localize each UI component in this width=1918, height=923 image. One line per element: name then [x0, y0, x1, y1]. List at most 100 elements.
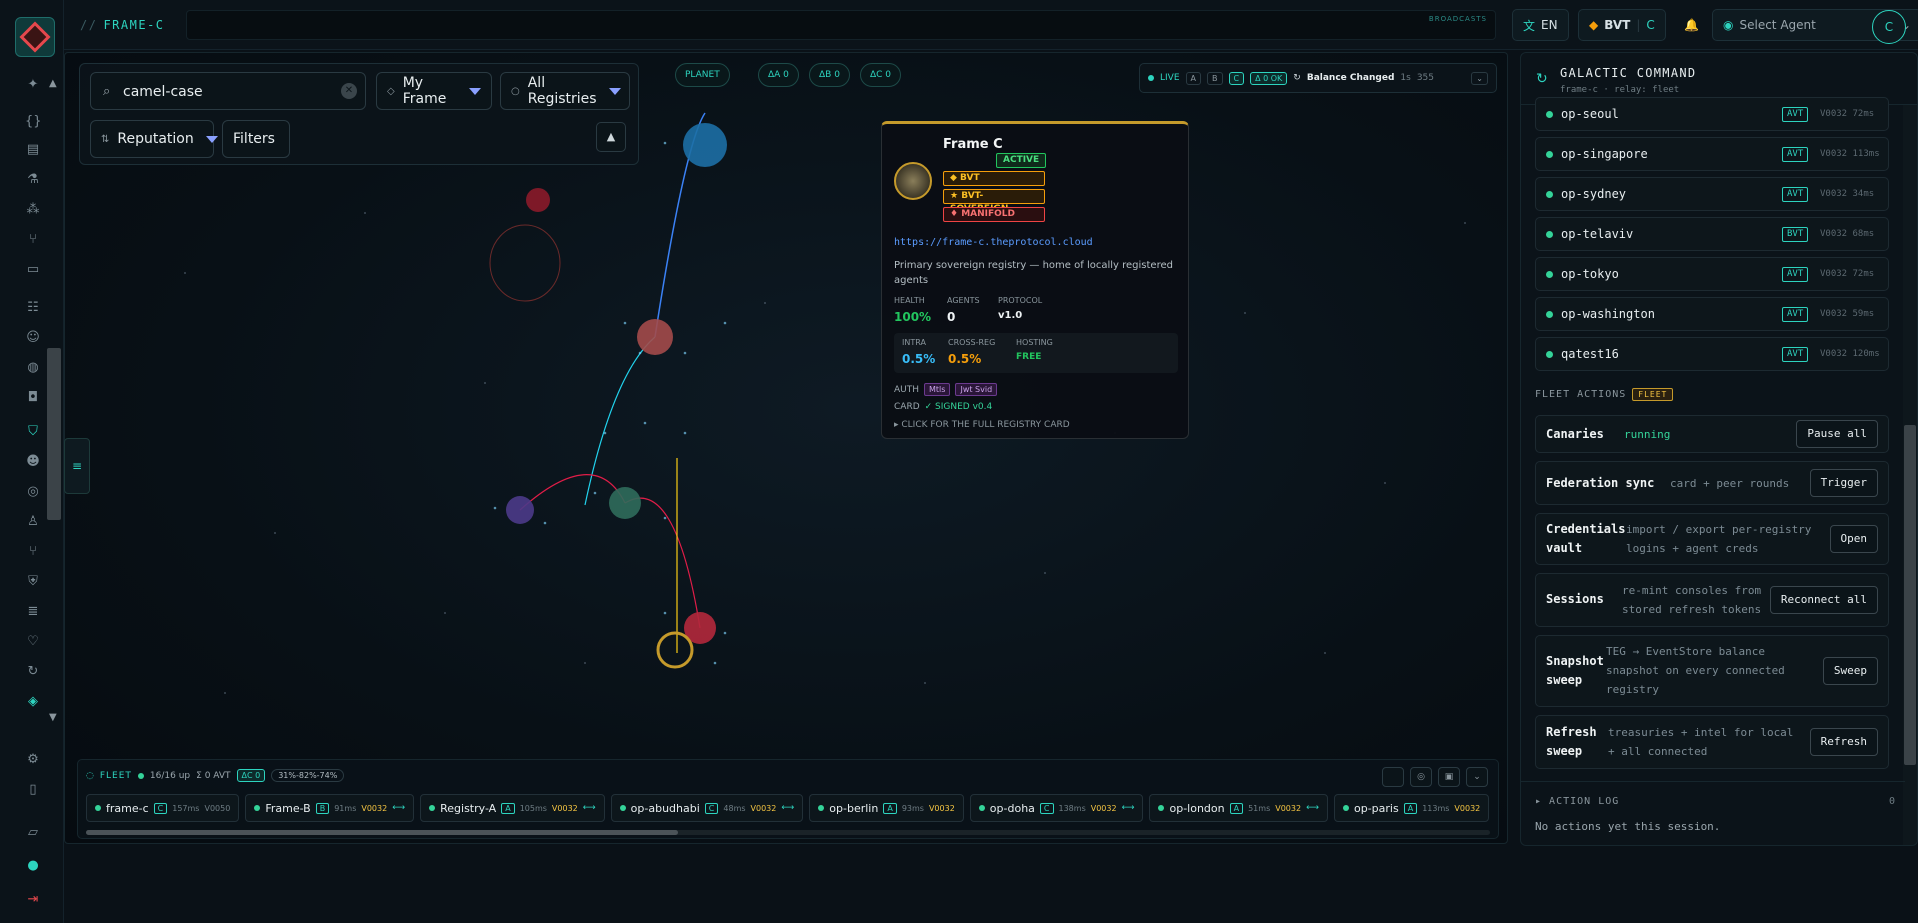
- event-count: 355: [1416, 73, 1435, 83]
- heartbeat-icon[interactable]: ♡: [25, 634, 41, 650]
- fleet-view-icon[interactable]: [1382, 767, 1404, 787]
- fleet-item[interactable]: op-berlin A 93ms V0032: [809, 794, 964, 822]
- agent-row[interactable]: op-singapore AVT V0032 113ms: [1535, 137, 1889, 171]
- panel-scrollbar[interactable]: [1904, 425, 1916, 765]
- broadcast-icon[interactable]: ◎: [25, 484, 41, 500]
- fleet-item[interactable]: Registry-A A 105ms V0032 ⟷: [420, 794, 605, 822]
- live-events-strip[interactable]: LIVE A B C Δ 0 OK ↻ Balance Changed 1s 3…: [1139, 63, 1497, 93]
- sweep-button[interactable]: Sweep: [1822, 657, 1878, 685]
- fleet-item[interactable]: op-london A 51ms V0032 ⟷: [1149, 794, 1328, 822]
- pill-planet-label: PLANET: [685, 70, 720, 80]
- inbox-icon[interactable]: ▭: [25, 262, 41, 278]
- pause-all-button[interactable]: Pause all: [1796, 420, 1878, 448]
- shield-icon[interactable]: ⛉: [25, 424, 41, 440]
- filters-button[interactable]: Filters: [222, 120, 290, 158]
- sidebar-toggle-icon[interactable]: ≡: [64, 438, 90, 494]
- users-icon[interactable]: ☺: [25, 330, 41, 346]
- chevron-down-icon[interactable]: ▼: [49, 712, 57, 723]
- currency-button[interactable]: ◆ BVT | C: [1578, 9, 1666, 41]
- clear-search-icon[interactable]: ✕: [341, 83, 357, 99]
- language-button[interactable]: 文 EN: [1512, 9, 1569, 41]
- refresh-label-2: sweep: [1546, 744, 1583, 758]
- sync-icon: ↻: [1536, 71, 1548, 87]
- agent-row[interactable]: op-sydney AVT V0032 34ms: [1535, 177, 1889, 211]
- fleet-item-version: V0050: [204, 803, 231, 813]
- sessions-desc-2: stored refresh tokens: [1622, 603, 1762, 616]
- branch-icon[interactable]: ⑂: [25, 232, 41, 248]
- code-icon[interactable]: {}: [25, 114, 42, 130]
- galaxy-map[interactable]: ⌕ ✕ ◇ My Frame ○ All Registries ⇅ Reputatio…: [64, 52, 1508, 844]
- currency-frame: C: [1646, 18, 1655, 32]
- registries-dropdown[interactable]: ○ All Registries: [500, 72, 630, 110]
- globe-icon[interactable]: ◍: [25, 360, 41, 376]
- logout-icon[interactable]: ⇥: [25, 892, 41, 908]
- sort-dropdown[interactable]: ⇅ Reputation: [90, 120, 218, 158]
- agent-tag: AVT: [1782, 347, 1809, 362]
- chat-icon[interactable]: ▱: [25, 825, 41, 841]
- registry-tooltip[interactable]: Frame C ACTIVE ◆ BVT ★ BVT-SOVEREIGN ♦ M…: [881, 121, 1189, 439]
- fleet-item-badge: A: [883, 802, 897, 814]
- auth-row: AUTH Mtls Jwt Svid: [894, 383, 998, 396]
- search-input[interactable]: [123, 82, 323, 102]
- app-logo[interactable]: [15, 17, 55, 57]
- search-field[interactable]: ⌕ ✕: [90, 72, 366, 110]
- agent-row[interactable]: op-telaviv BVT V0032 68ms: [1535, 217, 1889, 251]
- target-icon[interactable]: ◈: [25, 694, 41, 710]
- group-icon[interactable]: ☷: [25, 300, 41, 316]
- canaries-row: Canaries running Pause all: [1535, 415, 1889, 453]
- fleet-item[interactable]: op-paris A 113ms V0032: [1333, 794, 1490, 822]
- notebook-icon[interactable]: ▯: [25, 782, 41, 798]
- filter-a[interactable]: A: [1185, 71, 1201, 85]
- network-icon[interactable]: ⁂: [25, 202, 41, 218]
- avatar[interactable]: C: [1872, 10, 1906, 44]
- user-add-icon[interactable]: ☻: [25, 454, 41, 470]
- fleet-item[interactable]: frame-c C 157ms V0050: [86, 794, 240, 822]
- filter-b[interactable]: B: [1207, 71, 1223, 85]
- agent-row[interactable]: op-tokyo AVT V0032 72ms: [1535, 257, 1889, 291]
- filter-c[interactable]: C: [1228, 71, 1245, 85]
- agent-row[interactable]: op-seoul AVT V0032 72ms: [1535, 97, 1889, 131]
- document-icon[interactable]: ▤: [25, 142, 41, 158]
- sync-icon[interactable]: ↻: [25, 664, 41, 680]
- registry-url[interactable]: https://frame-c.theprotocol.cloud: [894, 237, 1093, 248]
- agent-row[interactable]: op-washington AVT V0032 59ms: [1535, 297, 1889, 331]
- pill-delta-c[interactable]: ΔC 0: [860, 63, 902, 87]
- agent-row[interactable]: qatest16 AVT V0032 120ms: [1535, 337, 1889, 371]
- gamepad-icon[interactable]: ◘: [25, 390, 41, 406]
- refresh-button[interactable]: Refresh: [1809, 728, 1878, 756]
- fleet-item[interactable]: Frame-B B 91ms V0032 ⟷: [245, 794, 415, 822]
- fleet-camera-icon[interactable]: ▣: [1438, 767, 1460, 787]
- frame-dropdown[interactable]: ◇ My Frame: [376, 72, 492, 110]
- full-card-link[interactable]: ▸ CLICK FOR THE FULL REGISTRY CARD: [894, 420, 1070, 430]
- person-icon[interactable]: ♙: [25, 514, 41, 530]
- pill-planet[interactable]: PLANET: [675, 63, 730, 87]
- fleet-item-name: op-london: [1169, 801, 1225, 815]
- fleet-item[interactable]: op-abudhabi C 48ms V0032 ⟷: [610, 794, 804, 822]
- fleet-signal-icon[interactable]: ◎: [1410, 767, 1432, 787]
- shield-outline-icon[interactable]: ⛨: [25, 574, 41, 590]
- open-button[interactable]: Open: [1829, 525, 1878, 553]
- fleet-item[interactable]: op-doha C 138ms V0032 ⟷: [969, 794, 1144, 822]
- fleet-header: ◌ FLEET 16/16 up Σ 0 AVT ΔC 0 31%-82%-74…: [86, 769, 345, 782]
- trigger-button[interactable]: Trigger: [1809, 469, 1878, 497]
- settings-icon[interactable]: ⚙: [25, 752, 41, 768]
- translate-icon: 文: [1523, 18, 1536, 33]
- pill-delta-a[interactable]: ΔA 0: [758, 63, 799, 87]
- merge-icon[interactable]: ⑂: [25, 544, 41, 560]
- link-icon: ⟷: [1306, 803, 1319, 813]
- sparkle-icon[interactable]: ✦: [25, 77, 41, 93]
- chevron-down-icon[interactable]: ⌄: [1466, 767, 1488, 787]
- fleet-scrollbar[interactable]: [86, 830, 678, 835]
- chevron-up-icon[interactable]: ▲: [49, 78, 57, 89]
- chevron-down-icon[interactable]: ⌄: [1471, 71, 1488, 85]
- flask-icon[interactable]: ⚗: [25, 172, 41, 188]
- reconnect-all-button[interactable]: Reconnect all: [1769, 586, 1878, 614]
- rail-scrollbar[interactable]: [47, 348, 61, 520]
- chevron-up-icon[interactable]: ▲: [596, 122, 626, 152]
- broadcast-ticker[interactable]: BROADCASTS: [186, 10, 1496, 40]
- cross-value: 0.5%: [948, 352, 982, 366]
- pill-delta-b[interactable]: ΔB 0: [809, 63, 850, 87]
- bell-icon[interactable]: 🔔: [1674, 9, 1709, 41]
- server-icon[interactable]: ≣: [25, 604, 41, 620]
- status-badge: ACTIVE: [996, 153, 1047, 168]
